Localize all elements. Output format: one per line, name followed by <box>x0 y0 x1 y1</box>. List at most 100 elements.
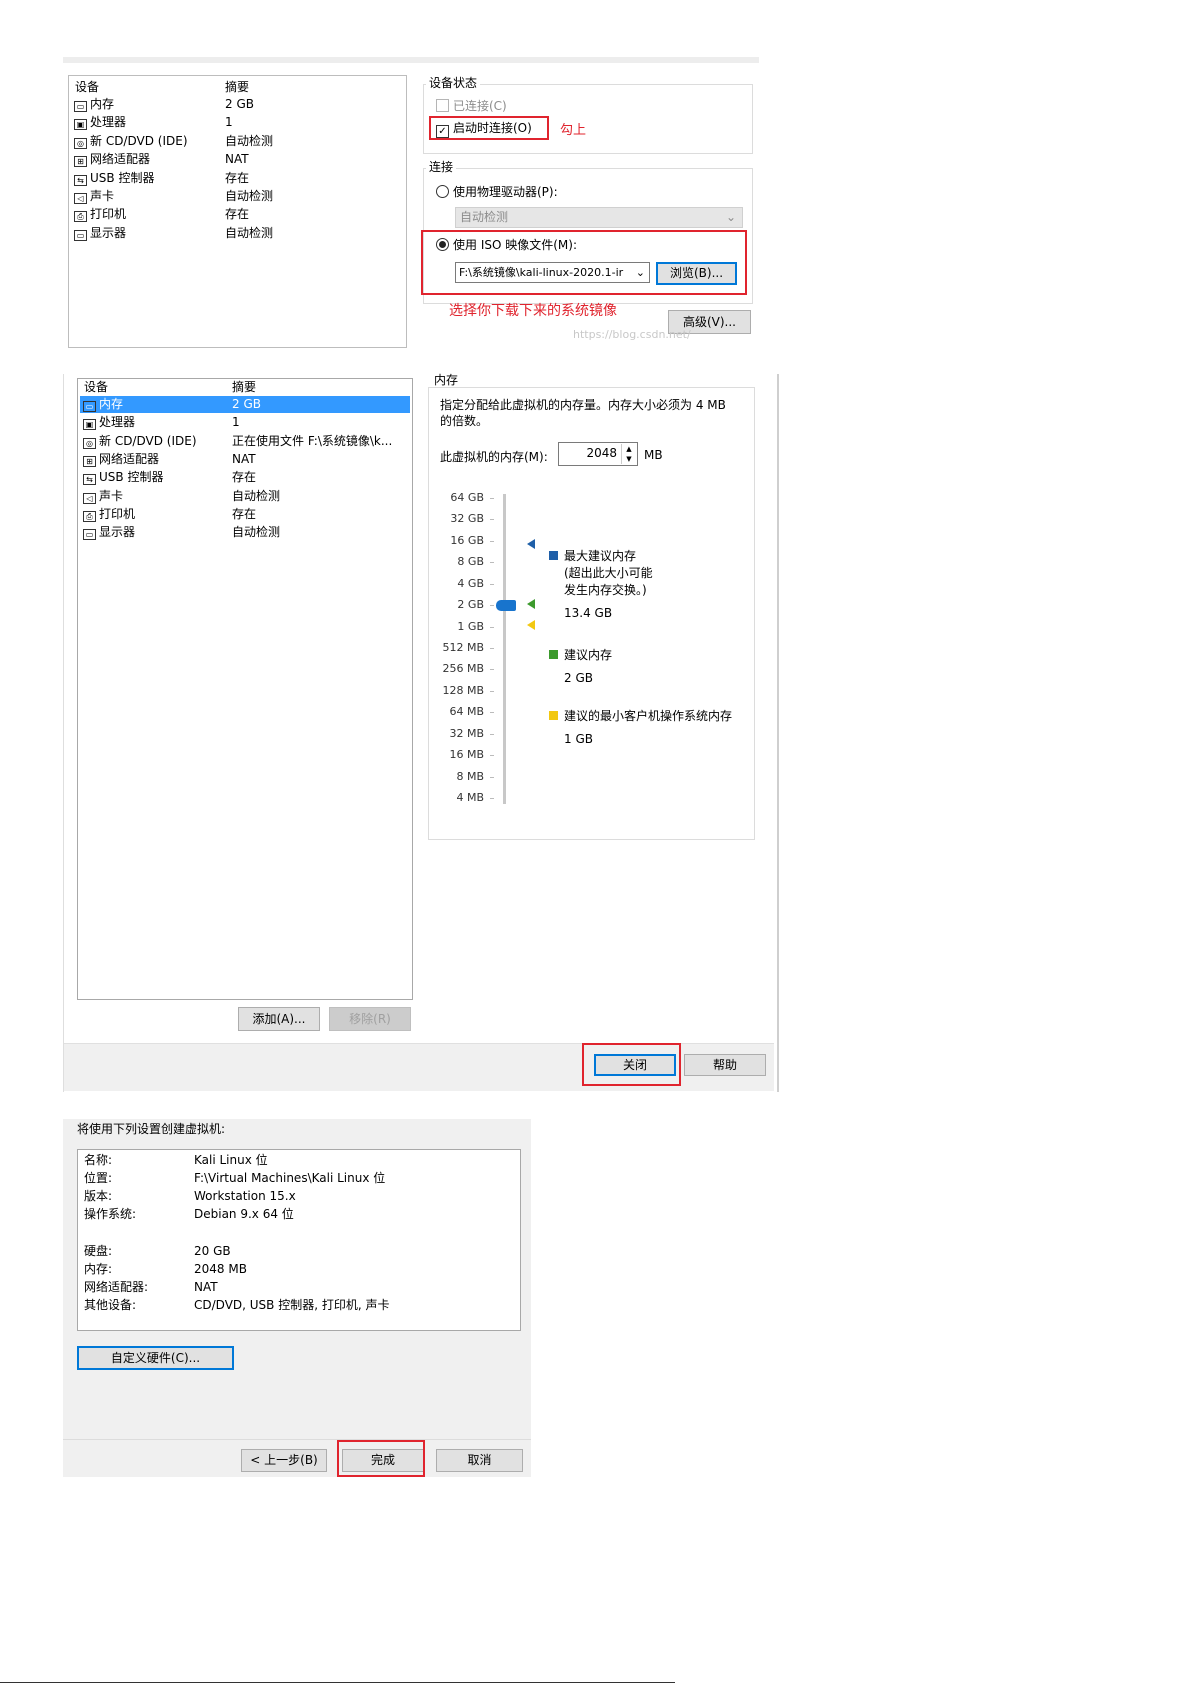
checkmark-icon: ✓ <box>436 125 449 138</box>
close-button[interactable]: 关闭 <box>594 1054 676 1076</box>
device-status-group <box>423 84 753 154</box>
remove-button[interactable]: 移除(R) <box>329 1007 411 1031</box>
legend-swatch <box>549 551 558 560</box>
spin-up-icon[interactable]: ▲ <box>621 444 636 454</box>
device-summary: 自动检测 <box>225 225 274 240</box>
memory-title: 内存 <box>431 373 462 387</box>
back-button[interactable]: < 上一步(B) <box>241 1449 327 1472</box>
device-summary: 存在 <box>232 506 257 521</box>
device-row[interactable]: ⇆ USB 控制器 存在 <box>71 170 404 187</box>
device-row[interactable]: ▭ 内存 2 GB <box>80 396 410 413</box>
summary-key: 版本: <box>84 1189 113 1203</box>
device-row[interactable]: ⎙ 打印机 存在 <box>80 506 410 523</box>
tick-mark <box>490 498 494 499</box>
device-name: 显示器 <box>90 225 127 240</box>
memory-scale-tick: 8 MB <box>456 769 484 783</box>
device-row[interactable]: ◁ 声卡 自动检测 <box>80 488 410 505</box>
device-row[interactable]: ▣ 处理器 1 <box>71 114 404 131</box>
summary-key: 硬盘: <box>84 1244 113 1258</box>
summary-key: 其他设备: <box>84 1298 137 1312</box>
usb-icon: ⇆ <box>74 174 87 186</box>
summary-value: 2048 MB <box>194 1262 247 1276</box>
finish-button[interactable]: 完成 <box>342 1449 424 1472</box>
summary-key: 名称: <box>84 1153 113 1167</box>
device-name: 声卡 <box>99 488 124 503</box>
help-button[interactable]: 帮助 <box>684 1054 766 1076</box>
memory-scale-tick: 4 MB <box>456 791 484 804</box>
device-row[interactable]: ⊞ 网络适配器 NAT <box>80 451 410 468</box>
device-name: 内存 <box>99 397 124 411</box>
memory-slider-thumb[interactable] <box>496 600 516 611</box>
memory-value: 2048 <box>586 446 617 460</box>
connected-checkbox[interactable]: 已连接(C) <box>436 98 507 114</box>
memory-scale-tick: 16 MB <box>449 748 484 762</box>
device-row[interactable]: ▭ 内存 2 GB <box>71 96 404 113</box>
device-name: 处理器 <box>99 415 136 430</box>
device-row[interactable]: ⊞ 网络适配器 NAT <box>71 151 404 168</box>
memory-scale-tick: 64 GB <box>450 491 484 504</box>
physical-drive-radio[interactable]: 使用物理驱动器(P): <box>436 184 558 200</box>
summary-row: 名称: Kali Linux 位 <box>84 1152 268 1169</box>
memory-scale-tick: 32 MB <box>449 726 484 740</box>
iso-path-input[interactable]: F:\系统镜像\kali-linux-2020.1-ir ⌄ <box>455 262 650 283</box>
memory-scale-tick: 16 GB <box>450 533 484 547</box>
memory-scale-tick: 4 GB <box>457 576 484 590</box>
device-summary: 存在 <box>225 170 250 185</box>
memory-scale-tick: 128 MB <box>442 683 484 697</box>
display-icon: ▭ <box>74 229 87 241</box>
legend-recommended: 建议内存 2 GB <box>549 647 612 687</box>
tick-mark <box>490 712 494 714</box>
tick-mark <box>490 733 494 735</box>
browse-button[interactable]: 浏览(B)... <box>656 262 737 285</box>
memory-scale-tick: 32 GB <box>450 512 484 526</box>
tick-mark <box>490 669 494 671</box>
printer-icon: ⎙ <box>74 211 87 223</box>
tick-mark <box>490 648 494 649</box>
physical-drive-select[interactable]: 自动检测 ⌄ <box>455 207 743 228</box>
memory-slider-track[interactable] <box>503 494 506 804</box>
memory-icon: ▭ <box>83 401 96 412</box>
tick-mark <box>490 605 494 607</box>
tick-mark <box>490 798 494 799</box>
device-summary: 正在使用文件 F:\系统镜像\k... <box>232 433 393 448</box>
summary-value: Workstation 15.x <box>194 1189 296 1203</box>
cd-icon: ◎ <box>83 437 96 449</box>
device-name: 新 CD/DVD (IDE) <box>99 433 197 448</box>
column-header-summary: 摘要 <box>225 80 250 94</box>
device-row[interactable]: ▭ 显示器 自动检测 <box>80 524 410 541</box>
memory-spinbox[interactable]: 2048 ▲ ▼ <box>558 442 638 466</box>
add-button[interactable]: 添加(A)... <box>238 1007 320 1031</box>
iso-file-radio[interactable]: 使用 ISO 映像文件(M): <box>436 237 577 253</box>
memory-scale-tick: 8 GB <box>457 555 484 569</box>
cancel-button[interactable]: 取消 <box>436 1449 523 1472</box>
device-summary: NAT <box>225 152 249 167</box>
device-row[interactable]: ▭ 显示器 自动检测 <box>71 225 404 242</box>
customize-hardware-button[interactable]: 自定义硬件(C)... <box>77 1346 234 1370</box>
memory-description: 指定分配给此虚拟机的内存量。内存大小必须为 4 MB 的倍数。 <box>440 398 726 428</box>
memory-scale-tick: 64 MB <box>449 705 484 719</box>
device-summary: 存在 <box>232 470 257 485</box>
processor-icon: ▣ <box>74 119 87 131</box>
tick-mark <box>490 562 494 564</box>
summary-row: 硬盘: 20 GB <box>84 1243 231 1260</box>
legend-swatch <box>549 711 558 720</box>
max-recommended-marker-icon <box>527 539 535 549</box>
device-list: 设备 摘要 ▭ 内存 2 GB ▣ 处理器 1 ◎ 新 CD/DVD (IDE) 自动检测 ⊞ 网络… <box>68 75 407 348</box>
device-summary: 自动检测 <box>225 189 274 203</box>
radio-selected-icon <box>436 238 449 251</box>
connect-on-start-checkbox[interactable]: ✓ 启动时连接(O) <box>436 120 532 138</box>
device-row[interactable]: ⇆ USB 控制器 存在 <box>80 469 410 486</box>
device-row[interactable]: ◎ 新 CD/DVD (IDE) 正在使用文件 F:\系统镜像\k... <box>80 433 410 450</box>
device-row[interactable]: ▣ 处理器 1 <box>80 414 410 431</box>
device-row[interactable]: ◎ 新 CD/DVD (IDE) 自动检测 <box>71 133 404 150</box>
min-recommended-marker-icon <box>527 620 535 630</box>
device-row[interactable]: ◁ 声卡 自动检测 <box>71 188 404 205</box>
summary-key: 位置: <box>84 1171 113 1185</box>
watermark: https://blog.csdn.net/ <box>573 328 691 341</box>
legend-max-recommended: 最大建议内存 (超出此大小可能 发生内存交换。) 13.4 GB <box>549 548 653 622</box>
tick-mark <box>490 583 494 585</box>
processor-icon: ▣ <box>83 419 96 431</box>
spin-down-icon[interactable]: ▼ <box>621 454 636 464</box>
usb-icon: ⇆ <box>83 474 96 486</box>
device-row[interactable]: ⎙ 打印机 存在 <box>71 206 404 223</box>
